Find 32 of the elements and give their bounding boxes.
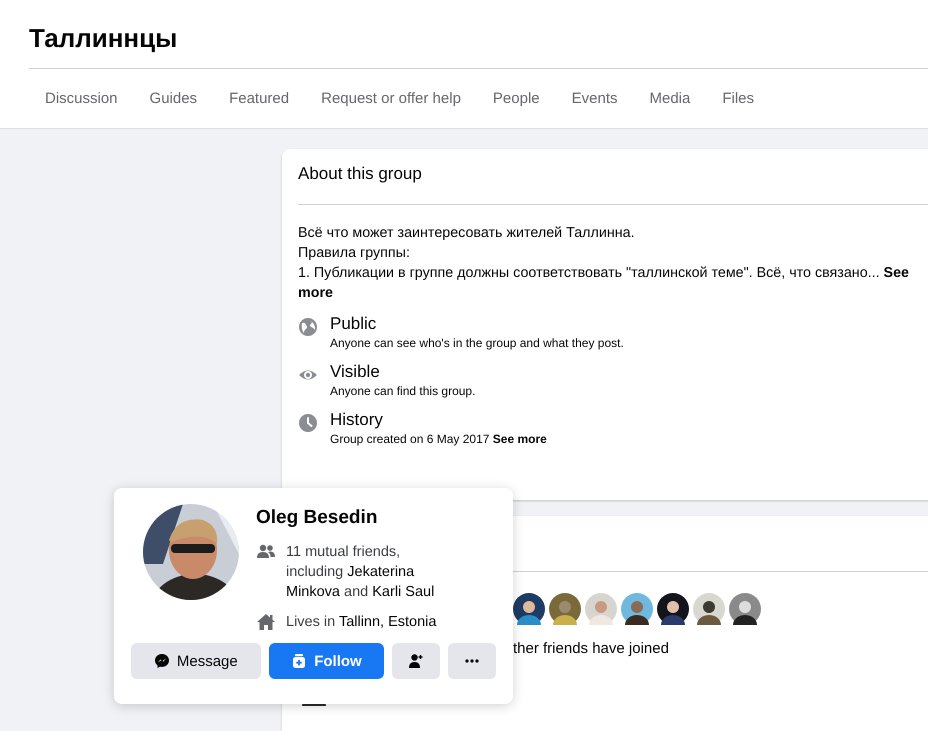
description-text: Правила группы:	[298, 244, 411, 263]
joined-text: ther friends have joined	[513, 639, 670, 659]
info-title: Public	[330, 313, 378, 335]
follow-button[interactable]: Follow	[268, 643, 384, 679]
globe-icon	[298, 317, 318, 337]
add-friend-button[interactable]	[392, 643, 440, 679]
follow-icon	[291, 653, 308, 669]
tab[interactable]: Featured	[213, 88, 306, 108]
tab[interactable]: Discussion	[29, 88, 134, 108]
tab[interactable]: Files	[706, 88, 770, 108]
add-friend-icon	[408, 653, 424, 669]
message-button[interactable]: Message	[131, 643, 261, 679]
group-title: Таллиннцы	[29, 22, 178, 55]
house-icon	[256, 612, 276, 632]
profile-detail: 11 mutual friends, including Jekaterina Minkova and Karli Saul	[286, 543, 436, 602]
profile-name[interactable]: Oleg Besedin	[256, 506, 456, 530]
profile-detail: Lives in Tallinn, Estonia	[286, 613, 438, 632]
description-text: Всё что может заинтересовать жителей Таллинна.	[298, 224, 636, 243]
tab[interactable]: Guides	[134, 88, 214, 108]
messenger-icon	[154, 653, 170, 669]
card-title: About this group	[298, 163, 423, 185]
clock-icon	[298, 413, 318, 433]
info-subtitle: Group created on 6 May 2017 See more	[330, 431, 547, 447]
description-text: 1. Публикации в группе должны соответствовать "таллинской теме". Всё, что связано... See more	[298, 264, 910, 303]
tab[interactable]: Events	[556, 88, 634, 108]
info-subtitle: Anyone can see who's in the group and what they post.	[330, 335, 624, 351]
tab[interactable]: People	[476, 88, 556, 108]
tab[interactable]: Media	[634, 88, 706, 108]
info-title: Visible	[330, 361, 381, 383]
info-subtitle: Anyone can find this group.	[330, 383, 476, 399]
tab[interactable]: Request or offer help	[305, 88, 477, 108]
info-title: History	[330, 409, 384, 431]
